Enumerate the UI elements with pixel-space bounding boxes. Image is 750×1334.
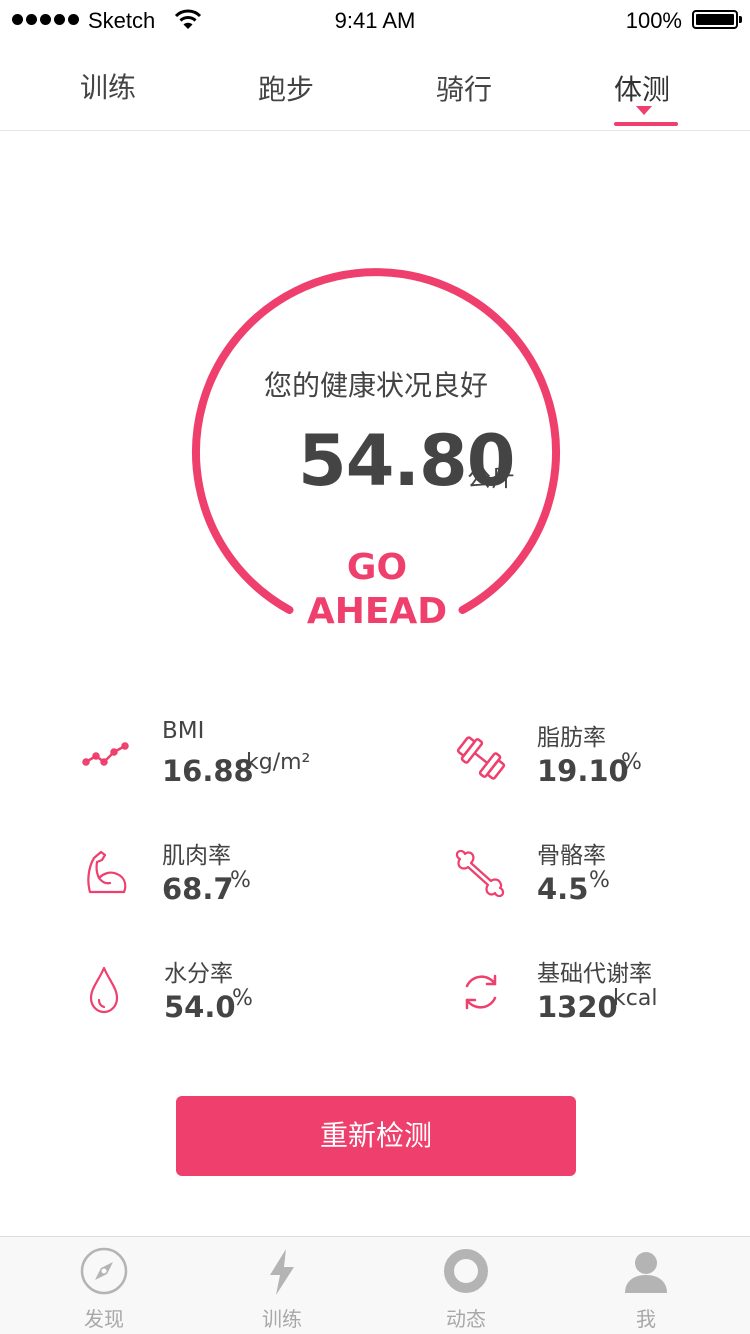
- go-ahead-line-1: GO: [346, 547, 408, 588]
- tab-cycling[interactable]: 骑行: [404, 68, 524, 108]
- nav-feed[interactable]: 动态: [406, 1237, 526, 1334]
- metric-muscle-rate: 肌肉率 68.7 %: [80, 836, 380, 926]
- retest-button[interactable]: 重新检测: [176, 1096, 576, 1176]
- active-tab-indicator: [614, 122, 678, 126]
- metric-value: 19.10: [537, 754, 629, 788]
- metric-unit: kcal: [613, 986, 658, 1011]
- active-tab-caret-icon: [636, 106, 652, 115]
- metric-value: 54.0: [164, 990, 236, 1024]
- metric-label: 水分率: [164, 961, 233, 987]
- metric-value: 1320: [537, 990, 618, 1024]
- water-drop-icon: [82, 964, 134, 1016]
- metric-label: BMI: [162, 718, 205, 744]
- metric-unit: %: [621, 750, 642, 775]
- metric-unit: %: [230, 868, 251, 893]
- health-status-text: 您的健康状况良好: [263, 369, 488, 402]
- metric-unit: kg/m²: [246, 750, 311, 775]
- bottom-nav: 发现 训练 动态 我: [0, 1236, 750, 1334]
- metric-unit: %: [589, 868, 610, 893]
- battery-percentage: 100%: [625, 8, 682, 33]
- tab-training[interactable]: 训练: [48, 66, 168, 106]
- battery-icon: [692, 10, 742, 29]
- screen: Sketch 9:41 AM 100% 训练 跑步 骑行 体测 您的健康状况良好…: [0, 0, 750, 1334]
- nav-training[interactable]: 训练: [222, 1237, 342, 1334]
- nav-label: 发现: [84, 1307, 124, 1331]
- metric-unit: %: [232, 986, 253, 1011]
- bone-icon: [455, 846, 507, 898]
- flexed-arm-icon: [80, 846, 132, 898]
- metric-label: 肌肉率: [162, 843, 231, 869]
- nav-discover[interactable]: 发现: [44, 1237, 164, 1334]
- nav-label: 训练: [262, 1307, 302, 1331]
- nav-label: 我: [636, 1307, 656, 1331]
- metric-label: 骨骼率: [537, 843, 606, 869]
- nav-me[interactable]: 我: [586, 1237, 706, 1334]
- go-ahead-slogan: GO AHEAD: [288, 546, 466, 634]
- dumbbell-icon: [455, 732, 507, 784]
- nav-label: 动态: [446, 1307, 486, 1331]
- metric-basal-metabolic-rate: 基础代谢率 1320 kcal: [455, 954, 750, 1044]
- metric-value: 4.5: [537, 872, 589, 906]
- metric-value: 68.7: [162, 872, 234, 906]
- tab-running[interactable]: 跑步: [226, 68, 346, 108]
- metric-bone-rate: 骨骼率 4.5 %: [455, 836, 750, 926]
- go-ahead-line-2: AHEAD: [306, 591, 448, 632]
- category-tabs: 训练 跑步 骑行 体测: [0, 44, 750, 131]
- compass-icon: [80, 1247, 128, 1297]
- user-icon: [622, 1247, 670, 1297]
- metric-label: 脂肪率: [537, 725, 606, 751]
- weight-unit: 公斤: [467, 464, 515, 492]
- metric-fat-rate: 脂肪率 19.10 %: [455, 718, 750, 808]
- status-bar: Sketch 9:41 AM 100%: [0, 0, 750, 40]
- refresh-cycle-icon: [455, 966, 507, 1018]
- metric-value: 16.88: [162, 754, 254, 788]
- trend-line-icon: [80, 736, 132, 788]
- lightning-icon: [258, 1247, 306, 1297]
- metric-water-rate: 水分率 54.0 %: [82, 954, 382, 1044]
- ring-icon: [442, 1247, 490, 1297]
- metric-bmi: BMI 16.88 kg/m²: [80, 718, 380, 808]
- tab-body-test[interactable]: 体测: [582, 68, 702, 108]
- metric-label: 基础代谢率: [537, 961, 652, 987]
